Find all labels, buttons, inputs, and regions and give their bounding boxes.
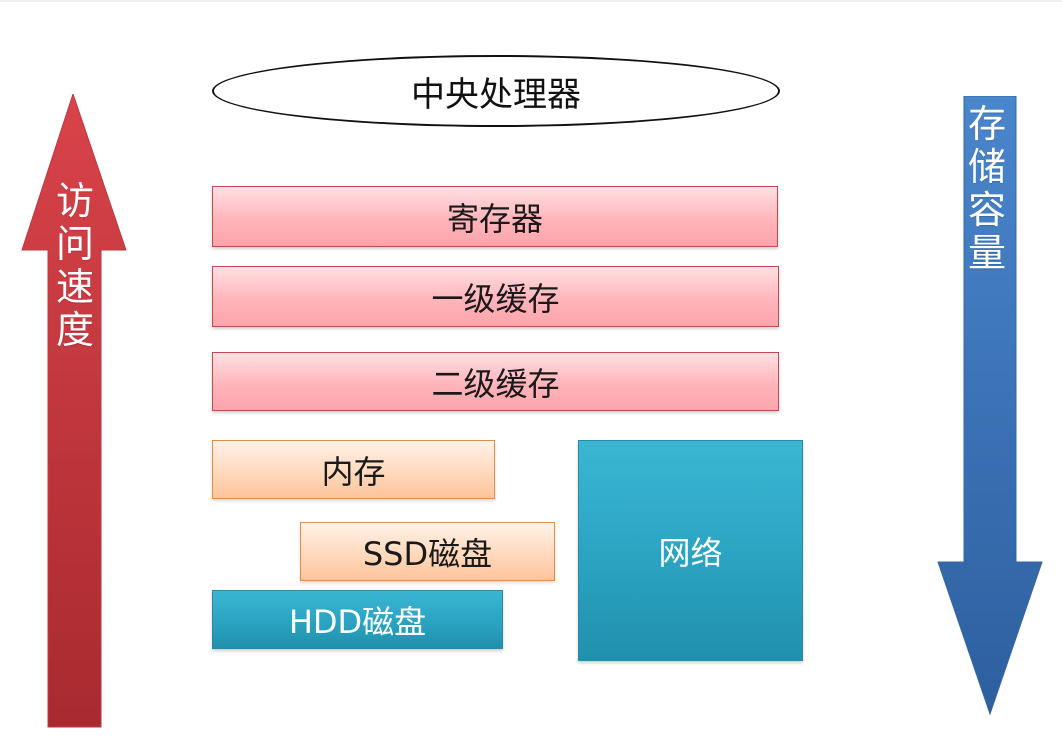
access-speed-arrow: 访问速度: [20, 94, 128, 730]
l1-cache-layer: 一级缓存: [212, 266, 779, 327]
memory-layer: 内存: [212, 440, 495, 499]
cpu-node: 中央处理器: [212, 55, 780, 127]
memory-label: 内存: [321, 452, 386, 491]
l2-cache-layer: 二级缓存: [212, 352, 779, 411]
ssd-label: SSD磁盘: [362, 534, 493, 573]
top-divider: [0, 0, 1062, 2]
hdd-label: HDD磁盘: [288, 602, 427, 641]
storage-capacity-arrow: 存储容量: [936, 96, 1044, 716]
access-speed-label: 访问速度: [55, 179, 94, 352]
register-layer: 寄存器: [212, 186, 778, 247]
hdd-layer: HDD磁盘: [212, 590, 503, 649]
cpu-label: 中央处理器: [411, 74, 581, 115]
network-label: 网络: [658, 533, 723, 572]
ssd-layer: SSD磁盘: [300, 522, 555, 581]
storage-capacity-label: 存储容量: [967, 102, 1006, 275]
l2-cache-label: 二级缓存: [431, 364, 560, 403]
l1-cache-label: 一级缓存: [431, 279, 560, 318]
register-label: 寄存器: [446, 199, 543, 238]
network-layer: 网络: [578, 440, 803, 661]
